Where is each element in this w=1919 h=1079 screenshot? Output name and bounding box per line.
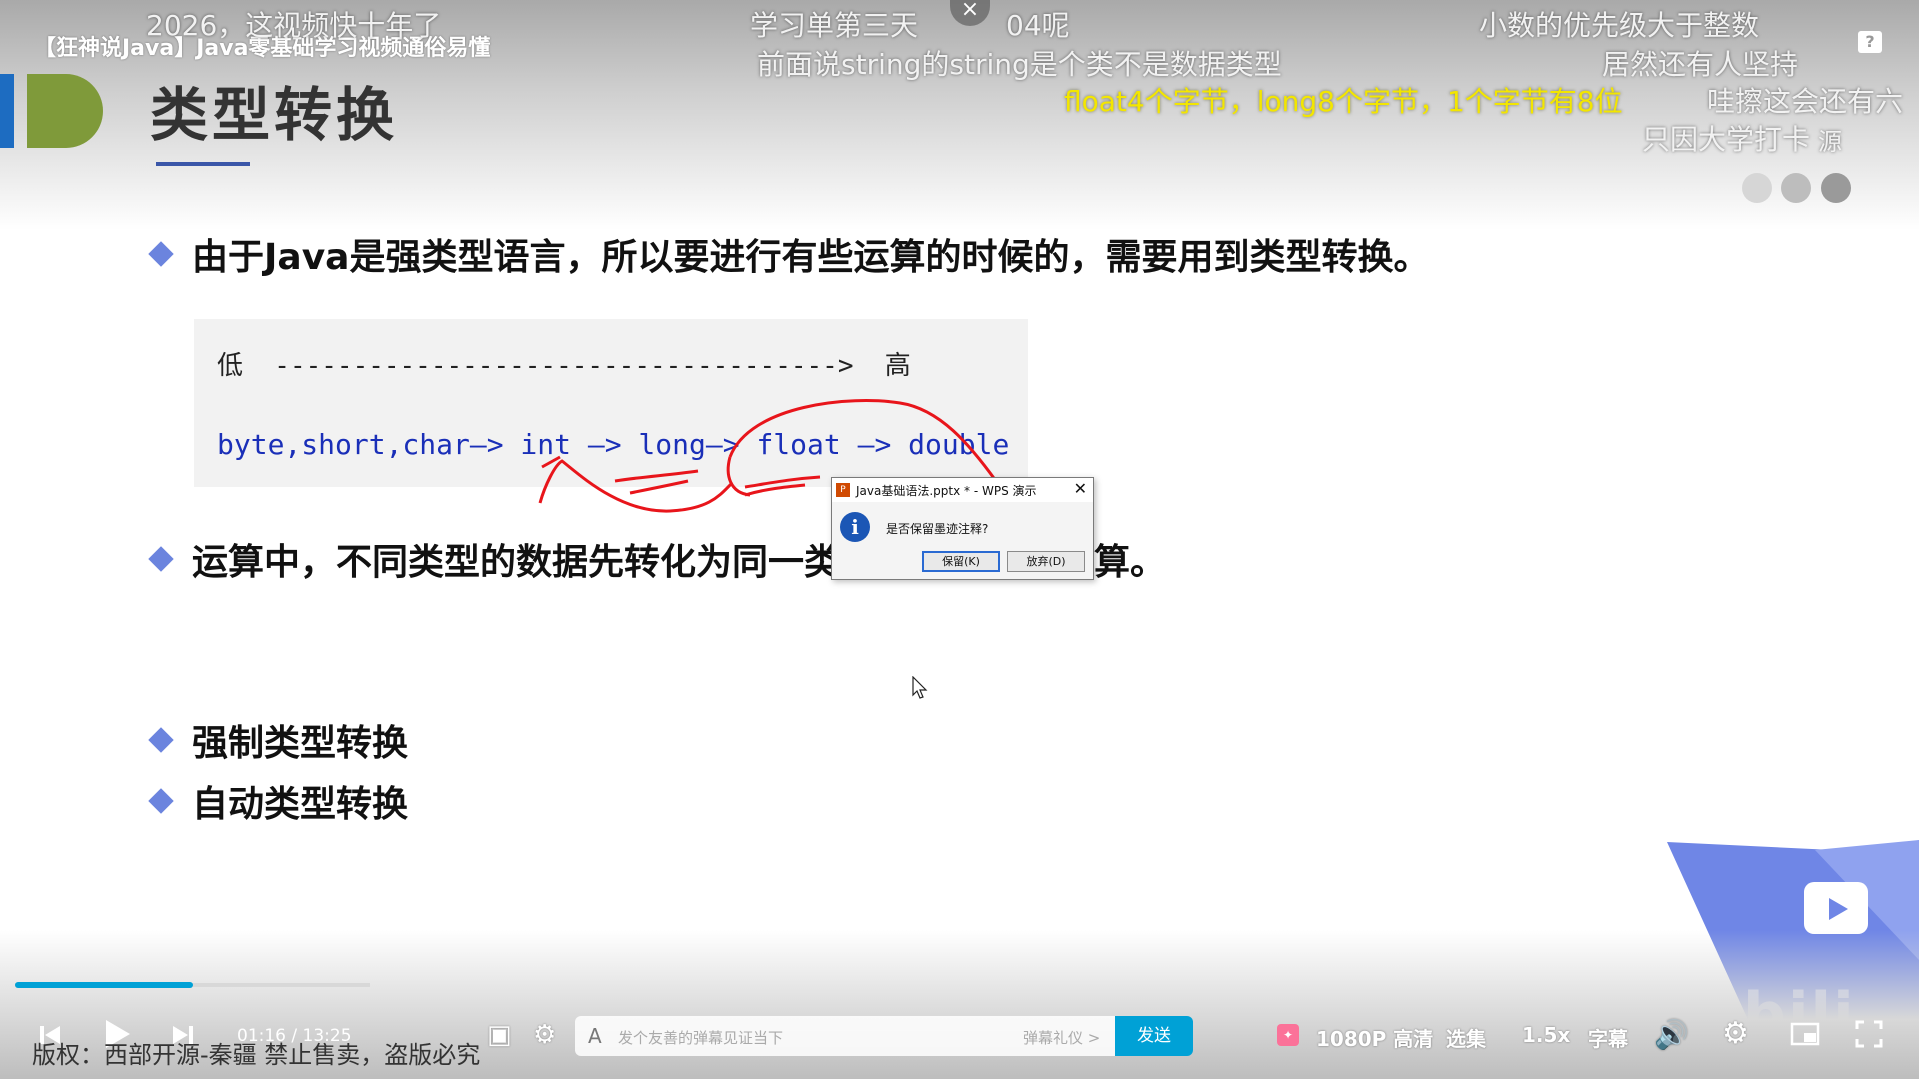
slide-dot-2 xyxy=(1781,173,1811,203)
bullet-item: 自动类型转换 xyxy=(148,775,408,827)
bullet-item-tail: 算。 xyxy=(1094,542,1167,583)
title-underline xyxy=(156,162,250,166)
vip-quality-icon: ✦ xyxy=(1277,1024,1299,1046)
danmaku-comment: 04呢 xyxy=(1006,9,1070,42)
cursor-icon xyxy=(912,676,928,699)
danmaku-comment: 小数的优先级大于整数 xyxy=(1479,9,1760,42)
danmaku-toggle-icon[interactable]: ▣ xyxy=(487,1020,512,1050)
diamond-icon xyxy=(148,241,174,267)
danmaku-comment: 居然还有人坚持 xyxy=(1602,48,1799,81)
wps-dialog: P Java基础语法.pptx * - WPS 演示 ✕ i 是否保留墨迹注释?… xyxy=(831,477,1094,580)
text-format-icon[interactable]: A xyxy=(588,1024,602,1048)
danmaku-etiquette-link[interactable]: 弹幕礼仪 > xyxy=(1023,1027,1100,1048)
copyright-notice: 版权：西部开源-秦疆 禁止售卖，盗版必究 xyxy=(32,1041,481,1069)
progress-fill xyxy=(15,982,193,988)
danmaku-settings-icon[interactable]: ⚙ xyxy=(533,1020,556,1050)
code-line-low-high: 低 ------------------------------------> … xyxy=(217,351,911,381)
bilibili-tv-icon[interactable] xyxy=(1804,882,1868,934)
info-icon: i xyxy=(840,512,870,542)
diamond-icon xyxy=(148,788,174,814)
bullet-item: 运算中，不同类型的数据先转化为同一类 xyxy=(148,533,840,585)
settings-icon[interactable]: ⚙ xyxy=(1722,1016,1749,1051)
danmaku-input-placeholder: 发个友善的弹幕见证当下 xyxy=(618,1029,784,1047)
fullscreen-icon[interactable] xyxy=(1854,1019,1884,1049)
slide-title: 类型转换 xyxy=(150,81,399,149)
close-icon[interactable]: ✕ xyxy=(1074,479,1087,498)
speed-selector[interactable]: 1.5x xyxy=(1522,1023,1570,1047)
dialog-titlebar: P Java基础语法.pptx * - WPS 演示 ✕ xyxy=(832,478,1093,502)
danmaku-comment: 前面说string的string是个类不是数据类型 xyxy=(757,48,1282,81)
discard-button[interactable]: 放弃(D) xyxy=(1007,551,1085,572)
diamond-icon xyxy=(148,546,174,572)
danmaku-comment: float4个字节，long8个字节，1个字节有8位 xyxy=(1064,85,1623,118)
danmaku-comment: 只因大学打卡 xyxy=(1642,123,1811,156)
wps-app-icon: P xyxy=(836,483,850,497)
slide-dot-3 xyxy=(1821,173,1851,203)
keep-button[interactable]: 保留(K) xyxy=(922,551,1000,572)
slide-dot-1 xyxy=(1742,173,1772,203)
send-button[interactable]: 发送 xyxy=(1115,1016,1193,1056)
bullet-item: 由于Java是强类型语言，所以要进行有些运算的时候的，需要用到类型转换。 xyxy=(148,228,1429,280)
subtitle-button[interactable]: 字幕 xyxy=(1588,1023,1628,1052)
dialog-title: Java基础语法.pptx * - WPS 演示 xyxy=(856,484,1037,498)
episodes-button[interactable]: 选集 xyxy=(1446,1023,1486,1052)
slide-logo-bar xyxy=(0,74,14,148)
picture-in-picture-icon[interactable] xyxy=(1790,1021,1820,1047)
quality-selector[interactable]: 1080P 高清 xyxy=(1316,1023,1433,1052)
danmaku-comment: 哇擦这会还有六 xyxy=(1707,85,1904,118)
dialog-message: 是否保留墨迹注释? xyxy=(886,522,989,536)
danmaku-comment: 学习单第三天 xyxy=(750,9,919,42)
danmaku-comment: 2026，这视频快十年了 xyxy=(146,9,442,42)
volume-icon[interactable]: 🔊 xyxy=(1654,1018,1689,1051)
bullet-item: 强制类型转换 xyxy=(148,714,408,766)
help-icon[interactable]: ? xyxy=(1858,31,1882,53)
slide-logo-d xyxy=(27,74,103,148)
danmaku-comment: 源 xyxy=(1818,128,1842,156)
diamond-icon xyxy=(148,727,174,753)
